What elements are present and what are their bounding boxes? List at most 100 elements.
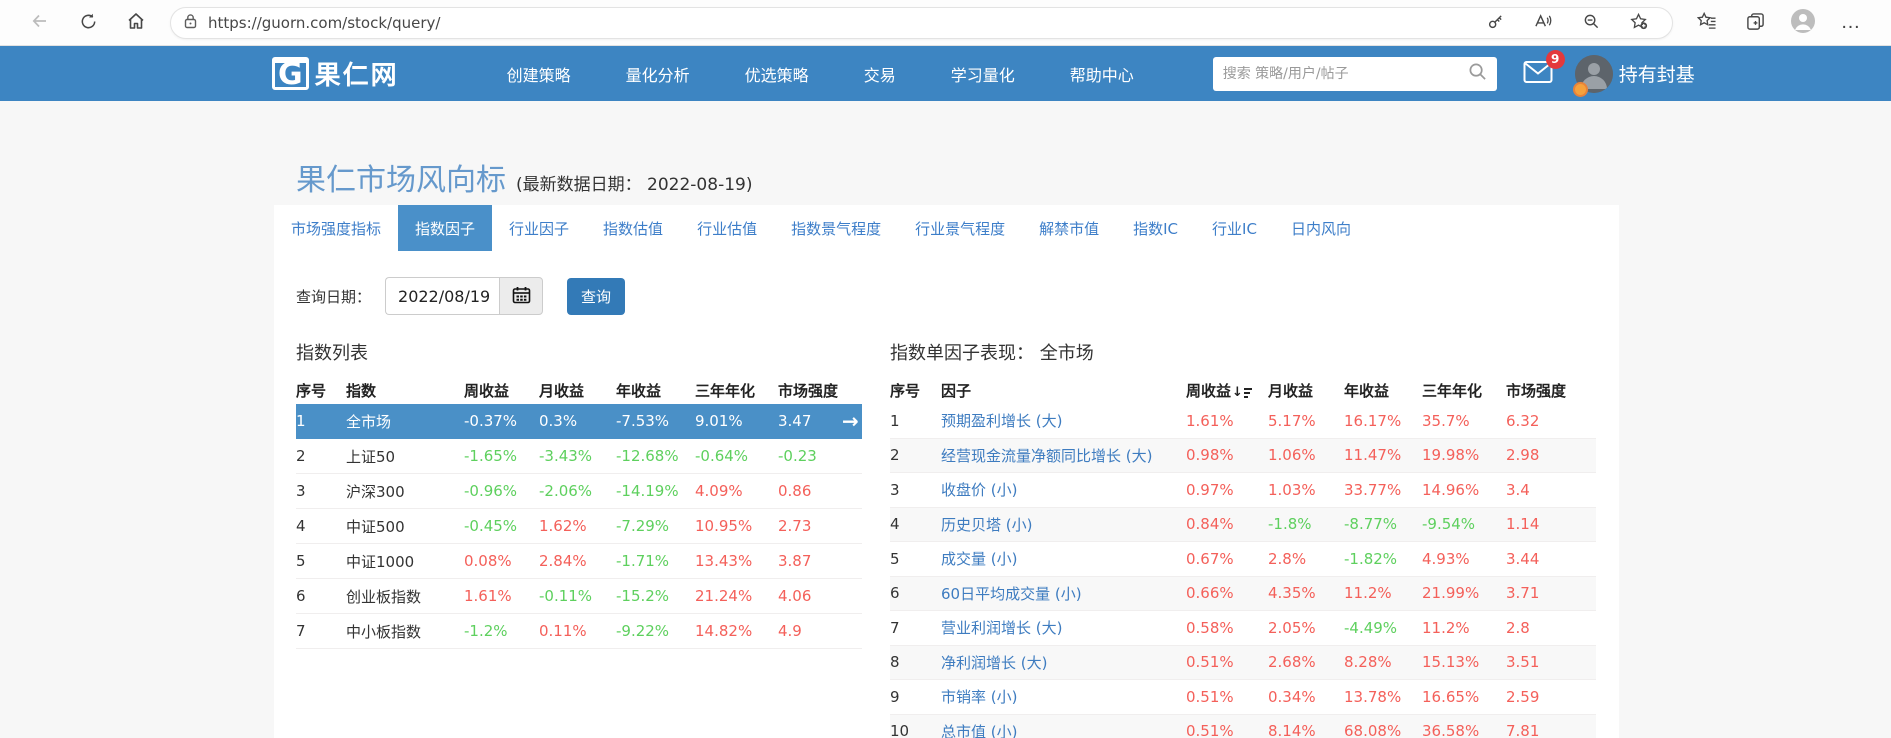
three-year-return: 21.99% [1422,584,1480,603]
factor-link[interactable]: 成交量 (小) [941,548,1186,569]
factor-link[interactable]: 市销率 (小) [941,686,1186,707]
tab[interactable]: 指数IC [1116,205,1195,251]
browser-menu-button[interactable]: … [1834,6,1868,40]
col-header[interactable]: 年收益 [616,380,695,401]
site-search [1212,56,1497,91]
col-header[interactable]: 年收益 [1344,380,1422,401]
three-year-return: 13.43% [695,552,753,570]
tab[interactable]: 行业IC [1195,205,1274,251]
index-row[interactable]: 2 上证50 -1.65% -3.43% -12.68% -0.64% -0.2… [296,439,862,474]
home-button[interactable] [119,6,153,40]
col-header[interactable]: 三年年化 [695,380,778,401]
tab[interactable]: 解禁市值 [1022,205,1116,251]
week-return: 1.61% [464,587,512,605]
factor-row: 9 市销率 (小) 0.51% 0.34% 13.78% 16.65% 2.59 [890,680,1596,715]
site-logo[interactable]: G 果仁网 [272,55,399,92]
tab[interactable]: 指数景气程度 [774,205,898,251]
index-row[interactable]: 4 中证500 -0.45% 1.62% -7.29% 10.95% 2.73 … [296,509,862,544]
query-row: 查询日期： 查询 [296,277,1597,315]
factor-link[interactable]: 60日平均成交量 (小) [941,583,1186,604]
page-title: 果仁市场风向标 [296,163,506,198]
factor-link[interactable]: 收盘价 (小) [941,479,1186,500]
month-return: 1.62% [539,517,587,535]
index-row[interactable]: 6 创业板指数 1.61% -0.11% -15.2% 21.24% 4.06 … [296,579,862,614]
factor-row: 5 成交量 (小) 0.67% 2.8% -1.82% 4.93% 3.44 [890,542,1596,577]
col-header[interactable]: 月收益 [539,380,616,401]
three-year-return: -0.64% [695,447,749,465]
index-row[interactable]: 7 中小板指数 -1.2% 0.11% -9.22% 14.82% 4.9 → [296,614,862,649]
three-year-return: 10.95% [695,517,753,535]
index-row[interactable]: 1 全市场 -0.37% 0.3% -7.53% 9.01% 3.47 → [296,404,862,439]
add-favorite-button[interactable] [1625,9,1653,37]
username[interactable]: 持有封基 [1619,60,1695,87]
panel-body: 查询日期： 查询 指数列表 序号 指数 周收益 月收益 [274,277,1619,738]
query-button[interactable]: 查询 [567,277,626,315]
tab[interactable]: 指数因子 [398,205,493,251]
refresh-button[interactable] [71,6,105,40]
messages-button[interactable]: 9 [1523,49,1565,88]
page-container: 果仁市场风向标 (最新数据日期： 2022-08-19) 市场强度指标 指数因子 … [274,101,1619,738]
year-return: -9.22% [616,622,670,640]
month-return: -1.8% [1268,515,1312,534]
row-number: 7 [296,622,306,640]
nav-item[interactable]: 创建策略 [507,62,571,86]
calendar-button[interactable] [499,277,544,315]
tab[interactable]: 行业因子 [492,205,586,251]
nav-item[interactable]: 交易 [864,62,896,86]
month-return: 2.68% [1268,653,1316,672]
tab[interactable]: 日内风向 [1274,205,1368,251]
tab[interactable]: 指数估值 [586,205,680,251]
arrow-right-icon: → [842,409,859,433]
collections-icon [1746,12,1765,34]
tab[interactable]: 行业景气程度 [898,205,1022,251]
row-number: 3 [296,482,306,500]
zoom-out-button[interactable] [1577,9,1605,37]
date-input[interactable] [385,277,500,315]
query-date-label: 查询日期： [296,287,372,306]
factor-link[interactable]: 营业利润增长 (大) [941,617,1186,638]
row-number: 4 [890,515,900,534]
market-strength: 3.87 [778,552,812,570]
index-row[interactable]: 5 中证1000 0.08% 2.84% -1.71% 13.43% 3.87 … [296,544,862,579]
market-strength: 2.73 [778,517,812,535]
read-aloud-button[interactable] [1529,9,1557,37]
factor-link[interactable]: 历史贝塔 (小) [941,514,1186,535]
nav-item[interactable]: 学习量化 [951,62,1015,86]
factor-link[interactable]: 净利润增长 (大) [941,652,1186,673]
collections-button[interactable] [1738,6,1772,40]
password-button[interactable] [1481,9,1509,37]
factor-link[interactable]: 总市值 (小) [941,721,1186,738]
col-header[interactable]: 市场强度 [1506,380,1591,401]
col-header[interactable]: 周收益 [464,380,539,401]
col-header[interactable]: 月收益 [1268,380,1344,401]
month-return: -0.11% [539,587,593,605]
search-icon[interactable] [1468,62,1487,85]
market-strength: 7.81 [1506,722,1540,738]
col-header[interactable]: 三年年化 [1422,380,1506,401]
year-return: 33.77% [1344,480,1402,499]
market-strength: 2.59 [1506,687,1540,706]
back-button[interactable] [23,6,57,40]
col-header-sorted[interactable]: 周收益 ↓ [1186,380,1268,401]
index-row[interactable]: 3 沪深300 -0.96% -2.06% -14.19% 4.09% 0.86… [296,474,862,509]
search-input[interactable] [1222,65,1468,82]
user-avatar[interactable] [1572,54,1613,97]
browser-profile-button[interactable] [1786,6,1820,40]
factor-link[interactable]: 预期盈利增长 (大) [941,410,1186,431]
nav-item[interactable]: 量化分析 [626,62,690,86]
profile-icon [1790,8,1816,37]
tab[interactable]: 行业估值 [680,205,774,251]
url-text[interactable]: https://guorn.com/stock/query/ [208,14,1474,32]
favorites-button[interactable] [1690,6,1724,40]
nav-item[interactable]: 帮助中心 [1070,62,1134,86]
three-year-return: 21.24% [695,587,753,605]
col-header[interactable]: 市场强度 [778,380,842,401]
tab[interactable]: 市场强度指标 [274,205,398,251]
factor-link[interactable]: 经营现金流量净额同比增长 (大) [941,445,1186,466]
week-return: 0.97% [1186,480,1234,499]
market-strength: -0.23 [778,447,817,465]
address-bar[interactable]: https://guorn.com/stock/query/ [170,6,1673,39]
year-return: -12.68% [616,447,679,465]
week-return: 0.51% [1186,687,1234,706]
nav-item[interactable]: 优选策略 [745,62,809,86]
